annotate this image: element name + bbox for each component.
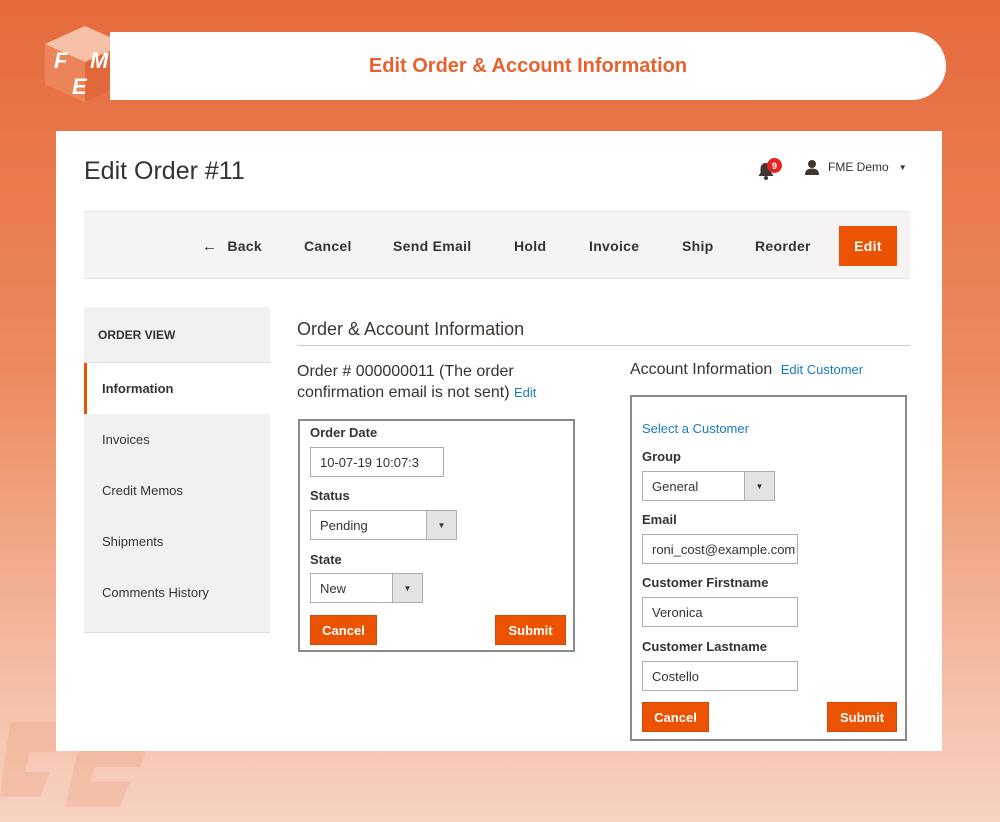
account-submit-button[interactable]: Submit — [827, 702, 897, 732]
svg-text:M: M — [90, 48, 109, 73]
send-email-button[interactable]: Send Email — [393, 226, 471, 266]
back-button[interactable]: ← Back — [202, 226, 262, 266]
sidebar-item-shipments[interactable]: Shipments — [84, 516, 270, 567]
sidebar-item-comments-history[interactable]: Comments History — [84, 567, 270, 618]
title-banner: Edit Order & Account Information — [110, 32, 946, 100]
cancel-order-button[interactable]: Cancel — [304, 226, 352, 266]
user-name: FME Demo — [828, 160, 889, 174]
chevron-down-icon: ▼ — [426, 511, 456, 539]
account-cancel-button[interactable]: Cancel — [642, 702, 709, 732]
sidebar-heading: ORDER VIEW — [84, 307, 270, 363]
notification-badge: 9 — [767, 158, 782, 173]
section-title: Order & Account Information — [297, 319, 525, 339]
edit-button[interactable]: Edit — [839, 226, 897, 266]
action-toolbar: ← Back Cancel Send Email Hold Invoice Sh… — [84, 211, 910, 279]
sidebar-item-information[interactable]: Information — [84, 363, 270, 414]
reorder-button[interactable]: Reorder — [755, 226, 811, 266]
firstname-input[interactable]: Veronica — [642, 597, 798, 627]
order-view-sidebar: ORDER VIEW Information Invoices Credit M… — [84, 307, 270, 633]
account-heading-label: Account Information — [630, 361, 773, 378]
state-select[interactable]: New ▼ — [310, 573, 423, 603]
invoice-button[interactable]: Invoice — [589, 226, 639, 266]
svg-text:F: F — [54, 48, 68, 73]
select-customer-link[interactable]: Select a Customer — [642, 421, 749, 436]
svg-text:E: E — [72, 74, 88, 99]
back-label: Back — [227, 238, 262, 254]
page-title: Edit Order #11 — [84, 157, 245, 185]
status-value: Pending — [320, 517, 368, 533]
arrow-left-icon: ← — [202, 237, 218, 255]
order-date-input[interactable]: 10-07-19 10:07:3 — [310, 447, 444, 477]
account-heading: Account Information Edit Customer — [630, 361, 863, 379]
email-input[interactable]: roni_cost@example.com — [642, 534, 798, 564]
order-heading-line1: Order # 000000011 (The order — [297, 363, 514, 380]
banner-title: Edit Order & Account Information — [368, 54, 688, 77]
order-date-label: Order Date — [310, 425, 378, 440]
email-label: Email — [642, 512, 677, 527]
order-heading: Order # 000000011 (The order confirmatio… — [297, 361, 587, 403]
status-select[interactable]: Pending ▼ — [310, 510, 457, 540]
sidebar-item-invoices[interactable]: Invoices — [84, 414, 270, 465]
order-submit-button[interactable]: Submit — [495, 615, 566, 645]
order-heading-line2: confirmation email is not sent) — [297, 384, 510, 401]
account-edit-form: Select a Customer Group General ▼ Email … — [630, 395, 907, 741]
ship-button[interactable]: Ship — [682, 226, 714, 266]
user-icon — [805, 160, 819, 175]
order-edit-form: Order Date 10-07-19 10:07:3 Status Pendi… — [298, 419, 575, 652]
group-select[interactable]: General ▼ — [642, 471, 775, 501]
chevron-down-icon: ▼ — [898, 162, 907, 172]
admin-panel: Edit Order #11 9 FME Demo ▼ ← Back Cance… — [56, 131, 942, 751]
state-label: State — [310, 552, 342, 567]
order-edit-link[interactable]: Edit — [514, 385, 536, 400]
lastname-label: Customer Lastname — [642, 639, 767, 654]
group-label: Group — [642, 449, 681, 464]
user-menu[interactable]: FME Demo ▼ — [804, 159, 907, 175]
chevron-down-icon: ▼ — [744, 472, 774, 500]
firstname-label: Customer Firstname — [642, 575, 769, 590]
order-cancel-button[interactable]: Cancel — [310, 615, 377, 645]
sidebar-item-credit-memos[interactable]: Credit Memos — [84, 465, 270, 516]
edit-customer-link[interactable]: Edit Customer — [781, 362, 863, 377]
section-divider — [297, 345, 910, 346]
chevron-down-icon: ▼ — [392, 574, 422, 602]
state-value: New — [320, 580, 347, 596]
hold-button[interactable]: Hold — [514, 226, 546, 266]
status-label: Status — [310, 488, 350, 503]
lastname-input[interactable]: Costello — [642, 661, 798, 691]
group-value: General — [652, 478, 699, 494]
